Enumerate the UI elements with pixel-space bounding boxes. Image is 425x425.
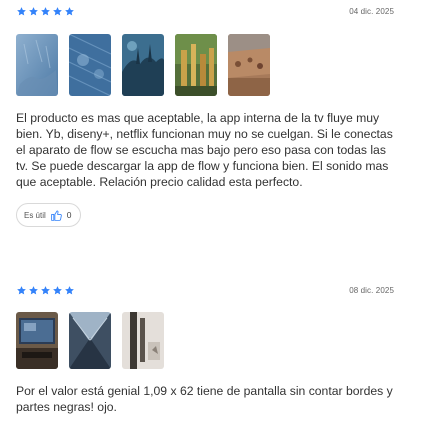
- review-photo[interactable]: [122, 312, 164, 369]
- rating-stars: [16, 285, 75, 296]
- photo-tv-box-icon: [69, 312, 111, 369]
- rating-stars: [16, 6, 75, 17]
- review-photos: [16, 34, 394, 96]
- review-text: El producto es mas que aceptable, la app…: [16, 111, 393, 189]
- star-icon: [28, 6, 39, 17]
- review-header: 04 dic. 2025: [16, 4, 394, 18]
- star-icon: [64, 6, 75, 17]
- star-icon: [40, 285, 51, 296]
- review-photo[interactable]: [69, 312, 111, 369]
- review-card: 08 dic. 2025 Por el valor está genial 1,…: [16, 283, 394, 415]
- photo-tv-stand-icon: [16, 312, 58, 369]
- helpful-label: Es útil: [24, 210, 46, 220]
- reviews-page: 04 dic. 2025 El producto es mas que acep…: [0, 0, 425, 425]
- review-date: 04 dic. 2025: [349, 6, 394, 16]
- review-photo[interactable]: [175, 34, 217, 96]
- review-photo[interactable]: [69, 34, 111, 96]
- review-card: 04 dic. 2025 El producto es mas que acep…: [16, 4, 394, 227]
- review-photo[interactable]: [16, 34, 58, 96]
- photo-blue-silhouette-icon: [122, 34, 164, 96]
- review-photo[interactable]: [228, 34, 270, 96]
- helpful-button[interactable]: Es útil 0: [16, 203, 81, 227]
- photo-city-lights-icon: [175, 34, 217, 96]
- review-photos: [16, 312, 394, 369]
- review-photo[interactable]: [122, 34, 164, 96]
- helpful-count: 0: [66, 210, 72, 220]
- photo-desert-wall-icon: [228, 34, 270, 96]
- photo-blue-mist-icon: [16, 34, 58, 96]
- review-header: 08 dic. 2025: [16, 283, 394, 297]
- review-date: 08 dic. 2025: [349, 285, 394, 295]
- star-icon: [28, 285, 39, 296]
- review-text: Por el valor está genial 1,09 x 62 tiene…: [16, 384, 393, 414]
- star-icon: [52, 285, 63, 296]
- thumbs-up-icon: [50, 210, 62, 221]
- photo-blue-rain-icon: [69, 34, 111, 96]
- star-icon: [52, 6, 63, 17]
- photo-wall-tv-icon: [122, 312, 164, 369]
- star-icon: [40, 6, 51, 17]
- star-icon: [16, 6, 27, 17]
- star-icon: [64, 285, 75, 296]
- star-icon: [16, 285, 27, 296]
- review-photo[interactable]: [16, 312, 58, 369]
